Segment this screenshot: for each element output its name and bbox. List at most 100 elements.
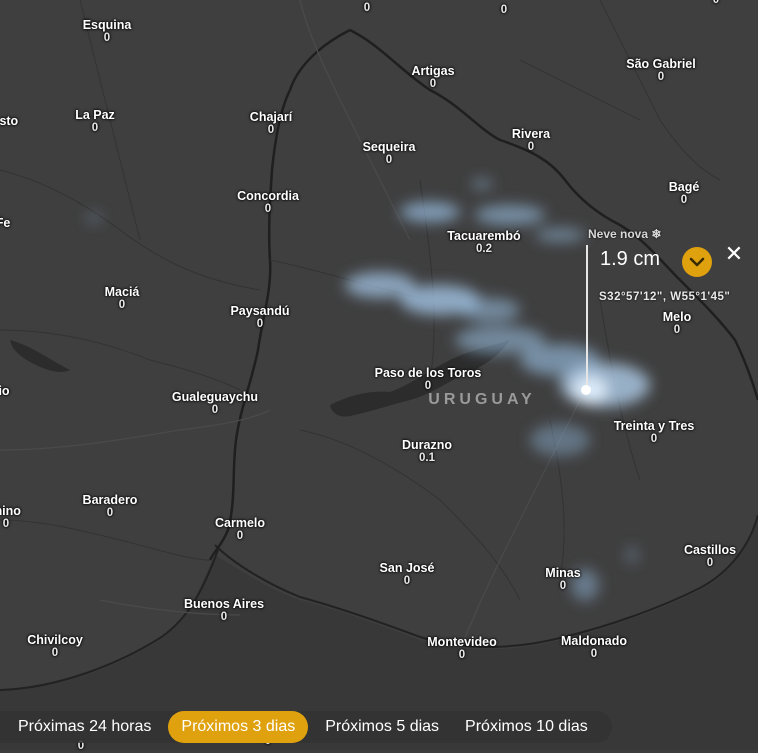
city-snow-value: 0.2 [476,243,492,255]
city-snow-value: 0 [657,71,665,83]
city-name: mino [0,504,21,518]
city-snow-value: 0 [51,647,59,659]
edge-value: 0 [712,0,720,6]
city-name: Concordia [237,189,299,203]
city-label: Minas 0 [545,567,580,593]
popup-label: Neve nova ❄ [588,227,662,241]
city-name: Carmelo [214,516,266,530]
popup-snow-value: 1.9 cm [600,248,661,270]
city-label: Maciá 0 [105,286,140,312]
city-name: Chajarí [249,110,293,124]
city-snow-value: 0 [590,648,598,660]
city-name: Melo [662,310,692,324]
city-name: La Paz [75,108,115,122]
city-name: Tacuarembó [447,229,521,243]
city-snow-value: 0 [2,518,10,530]
city-label: La Paz 0 [75,109,115,135]
chevron-down-icon[interactable] [682,247,712,277]
edge-value: 0 [363,2,371,14]
city-snow-value: 0 [385,154,393,166]
city-label: Artigas 0 [411,65,454,91]
city-label: Rivera 0 [512,128,550,154]
city-label: usto [0,115,18,128]
city-label: Concordia 0 [237,190,299,216]
city-name: São Gabriel [626,57,696,71]
popup-coordinates: S32°57'12", W55°1'45" [599,291,731,303]
tab-10-dias[interactable]: Próximos 10 dias [452,711,601,743]
city-label: Esquina 0 [83,19,132,45]
city-label: Montevideo 0 [427,636,496,662]
city-name: Treinta y Tres [613,419,695,433]
city-snow-value: 0 [559,580,567,592]
tab-24-horas[interactable]: Próximas 24 horas [0,711,164,743]
city-label: Tacuarembó 0.2 [447,230,520,256]
city-name: Paso de los Toros [374,366,482,380]
city-snow-value: 0 [403,575,411,587]
city-snow-value: 0 [458,649,466,661]
city-name: usto [0,114,19,128]
city-snow-value: 0 [256,318,264,330]
city-label: Fe [0,217,10,230]
city-label: San José 0 [380,562,435,588]
city-snow-value: 0 [220,611,228,623]
city-label: Carmelo 0 [215,517,265,543]
city-snow-value: 0.1 [419,452,435,464]
city-name: Chivilcoy [27,633,83,647]
city-snow-value: 0 [118,299,126,311]
city-snow-value: 0 [706,557,714,569]
city-name: Maldonado [561,634,627,648]
city-label: Paso de los Toros 0 [375,367,482,393]
city-name: Montevideo [427,635,497,649]
city-name: Maciá [104,285,140,299]
city-snow-value: 0 [527,141,535,153]
city-label: Chajarí 0 [250,111,292,137]
city-label: Paysandú 0 [230,305,289,331]
city-label: São Gabriel 0 [626,58,695,84]
city-name: Esquina [82,18,132,32]
city-snow-value: 0 [650,433,658,445]
city-name: Bagé [668,180,700,194]
city-label: Baradero 0 [83,494,138,520]
city-name: Rivera [511,127,551,141]
city-label: Sequeira 0 [363,141,416,167]
city-snow-value: 0 [103,32,111,44]
city-snow-value: 0 [267,124,275,136]
city-name: Minas [545,566,581,580]
city-name: Fe [0,216,11,230]
country-label-uruguay: URUGUAY [428,391,536,408]
city-label: io [0,385,10,398]
city-label: Treinta y Tres 0 [614,420,695,446]
city-name: Castillos [683,543,737,557]
city-label: Chivilcoy 0 [27,634,83,660]
city-name: Paysandú [230,304,290,318]
city-label: Bagé 0 [669,181,700,207]
city-snow-value: 0 [680,194,688,206]
city-snow-value: 0 [91,122,99,134]
city-name: Sequeira [362,140,416,154]
city-label: mino0 [0,505,21,531]
city-name: Gualeguaychu [171,390,259,404]
city-name: Buenos Aires [183,597,265,611]
tab-3-dias[interactable]: Próximos 3 dias [168,711,309,743]
city-snow-value: 0 [673,324,681,336]
city-snow-value: 0 [211,404,219,416]
forecast-tabs: Próximas 24 horas Próximos 3 dias Próxim… [0,711,601,743]
city-snow-value: 0 [264,203,272,215]
city-name: Artigas [411,64,455,78]
close-icon[interactable]: ✕ [724,243,744,265]
tab-5-dias[interactable]: Próximos 5 dias [312,711,452,743]
edge-value: 0 [500,4,508,16]
city-snow-value: 0 [429,78,437,90]
city-snow-value: 0 [106,507,114,519]
city-name: Durazno [402,438,452,452]
city-name: Baradero [82,493,138,507]
snowflake-icon: ❄ [651,227,662,241]
city-label: Durazno 0.1 [402,439,452,465]
city-name: io [0,384,10,398]
city-label: Melo 0 [663,311,691,337]
city-label: Gualeguaychu 0 [172,391,258,417]
city-label: Maldonado 0 [561,635,627,661]
city-label: Castillos 0 [684,544,736,570]
location-pin-dot[interactable] [581,385,591,395]
city-snow-value: 0 [236,530,244,542]
